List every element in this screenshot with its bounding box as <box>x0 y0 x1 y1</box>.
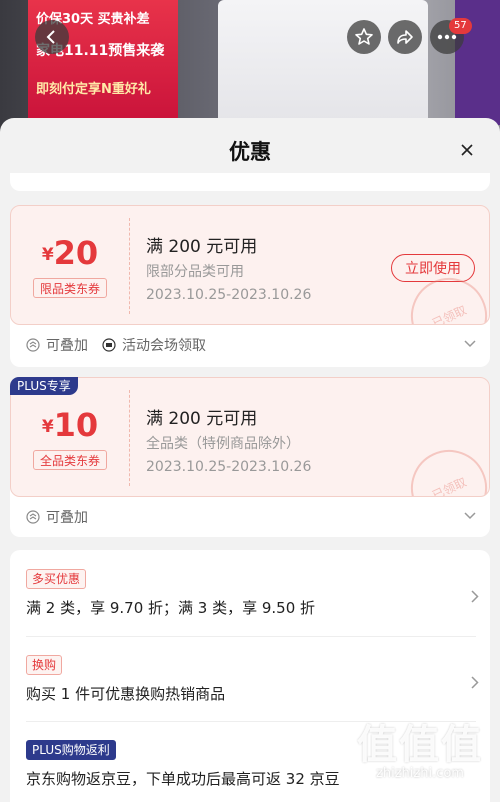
product-banner: 价保30天 买贵补差 家电11.11预售来袭 即刻付定享N重好礼 <box>0 0 500 135</box>
stackable-label: 可叠加 <box>46 510 88 526</box>
plus-exclusive-badge: PLUS专享 <box>10 377 78 395</box>
stackable-label: 可叠加 <box>46 338 88 354</box>
promotion-tag: 换购 <box>26 655 63 675</box>
claim-source-label: 活动会场领取 <box>122 338 206 354</box>
watermark-logo: 值值值 <box>357 722 483 768</box>
product-image <box>218 0 428 128</box>
coupon-value: 10 <box>53 406 99 444</box>
promotion-item[interactable]: 多买优惠 满 2 类，享 9.70 折；满 3 类，享 9.50 折 <box>26 568 479 618</box>
coupon-validity: 2023.10.25-2023.10.26 <box>146 287 312 303</box>
stack-icon <box>26 510 40 524</box>
chevron-right-icon <box>471 674 479 693</box>
chevron-left-icon <box>46 30 55 44</box>
claim-source-info: 活动会场领取 <box>102 335 206 355</box>
promo-banner: 价保30天 买贵补差 家电11.11预售来袭 即刻付定享N重好礼 <box>28 0 178 125</box>
coupon-validity: 2023.10.25-2023.10.26 <box>146 459 312 475</box>
promotion-tag: 多买优惠 <box>26 569 87 589</box>
coupon-amount: ¥10 <box>11 406 129 444</box>
coupon-divider <box>129 390 130 486</box>
claimed-stamp: 已领取 <box>398 437 489 496</box>
chevron-right-icon <box>471 588 479 607</box>
close-icon <box>461 144 473 156</box>
sheet-title: 优惠 <box>229 140 271 164</box>
coupon-type-tag: 全品类东券 <box>33 450 107 470</box>
stack-icon <box>26 338 40 352</box>
coupon-divider <box>129 218 130 314</box>
promo-line-3: 即刻付定享N重好礼 <box>36 82 151 97</box>
coupon-scope: 全品类（特例商品除外） <box>146 436 300 452</box>
currency-symbol: ¥ <box>41 245 54 265</box>
coupon-condition: 满 200 元可用 <box>146 409 258 429</box>
coupon-body: ¥10 全品类东券 满 200 元可用 全品类（特例商品除外） 2023.10.… <box>10 377 490 497</box>
star-icon <box>355 28 373 45</box>
previous-card-edge <box>10 173 490 191</box>
more-dots-icon <box>437 34 457 40</box>
promotion-item[interactable]: 换购 购买 1 件可优惠换购热销商品 <box>26 654 479 704</box>
coupon-card: ¥20 限品类东券 满 200 元可用 限部分品类可用 2023.10.25-2… <box>10 205 490 367</box>
message-count-badge: 57 <box>449 18 472 34</box>
coupon-scope: 限部分品类可用 <box>146 264 244 280</box>
promotion-text: 购买 1 件可优惠换购热销商品 <box>26 685 226 703</box>
coupon-footer: 可叠加 活动会场领取 <box>26 334 476 356</box>
promotion-text: 满 2 类，享 9.70 折；满 3 类，享 9.50 折 <box>26 599 316 617</box>
promotion-tag: PLUS购物返利 <box>26 740 116 760</box>
favorite-button[interactable] <box>347 20 381 54</box>
coupon-amount: ¥20 <box>11 234 129 272</box>
expand-chevron-icon[interactable] <box>464 508 476 524</box>
watermark: 值值值 zhizhizhi.com <box>350 712 490 792</box>
divider <box>26 636 476 637</box>
use-now-button[interactable]: 立即使用 <box>391 254 475 282</box>
coupon-card: ¥10 全品类东券 满 200 元可用 全品类（特例商品除外） 2023.10.… <box>10 377 490 537</box>
coupon-condition: 满 200 元可用 <box>146 237 258 257</box>
close-button[interactable] <box>455 138 479 162</box>
stackable-info: 可叠加 <box>26 507 88 527</box>
venue-icon <box>102 338 116 352</box>
share-button[interactable] <box>388 20 422 54</box>
currency-symbol: ¥ <box>41 417 54 437</box>
share-icon <box>397 30 413 44</box>
coupon-value: 20 <box>53 234 99 272</box>
stackable-info: 可叠加 <box>26 335 88 355</box>
discount-sheet: 优惠 ¥20 限品类东券 满 200 元可用 限部分品类可用 2023.10.2… <box>0 118 500 802</box>
expand-chevron-icon[interactable] <box>464 336 476 352</box>
watermark-url: zhizhizhi.com <box>376 766 464 781</box>
coupon-footer: 可叠加 <box>26 506 476 528</box>
coupon-body: ¥20 限品类东券 满 200 元可用 限部分品类可用 2023.10.25-2… <box>10 205 490 325</box>
coupon-type-tag: 限品类东券 <box>33 278 107 298</box>
back-button[interactable] <box>35 20 69 54</box>
